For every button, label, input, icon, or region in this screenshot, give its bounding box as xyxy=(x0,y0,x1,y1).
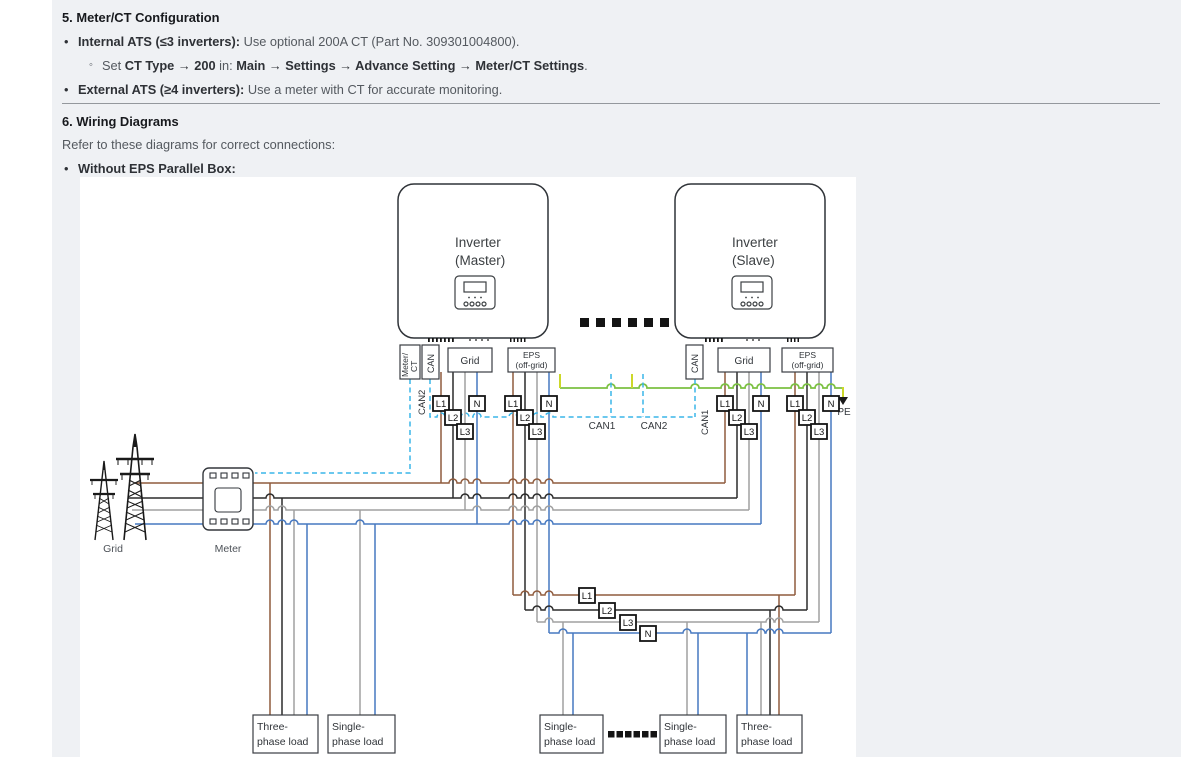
port-eps-label2: (off-grid) xyxy=(792,360,824,370)
document-page: 5. Meter/CT Configuration • Internal ATS… xyxy=(0,0,1181,757)
section6-title: 6. Wiring Diagrams xyxy=(62,114,179,129)
bullet2-line: External ATS (≥4 inverters): Use a meter… xyxy=(78,82,502,97)
wire-label: N xyxy=(645,629,652,640)
wire-label: L1 xyxy=(790,399,801,410)
wire-label: L1 xyxy=(436,399,447,410)
wire-label: L3 xyxy=(532,427,543,438)
bullet1-line: Internal ATS (≤3 inverters): Use optiona… xyxy=(78,34,519,49)
bullet1-text: Use optional 200A CT (Part No. 309301004… xyxy=(240,34,519,49)
port-eps-label2: (off-grid) xyxy=(516,360,548,370)
bullet-glyph: • xyxy=(64,34,68,49)
eps-bus-l3 xyxy=(537,618,819,622)
grid-towers-icon: Grid xyxy=(90,434,154,555)
eps-bus-l2 xyxy=(525,606,807,610)
pe-bus xyxy=(560,384,843,388)
grid-caption: Grid xyxy=(103,543,123,555)
wire-label: N xyxy=(546,399,553,410)
bullet1-bold: Internal ATS (≤3 inverters): xyxy=(78,34,240,49)
inverter-slave: Inverter (Slave) xyxy=(675,184,825,342)
wire-label: L3 xyxy=(814,427,825,438)
wire-label: L2 xyxy=(602,606,613,617)
can2-label: CAN2 xyxy=(641,421,668,432)
bullet2-bold: External ATS (≥4 inverters): xyxy=(78,82,244,97)
wire-label: L1 xyxy=(582,591,593,602)
wire-label: L2 xyxy=(448,413,459,424)
load-boxes: Three- phase load Single- phase load Sin… xyxy=(253,715,802,753)
wire-label: N xyxy=(828,399,835,410)
port-grid-label: Grid xyxy=(735,356,754,367)
more-inverters-dots xyxy=(580,318,669,327)
wire-label-boxes: L1 N L2 L3 L1 N L2 L3 L1 N L2 L3 L1 N L2 xyxy=(433,396,839,641)
wire-label: L3 xyxy=(744,427,755,438)
load-label: phase load xyxy=(741,736,793,748)
port-eps-label1: EPS xyxy=(523,350,540,360)
eps-bus-l1 xyxy=(513,591,795,595)
load-label: Single- xyxy=(544,721,577,733)
inverter-master-label2: (Master) xyxy=(455,253,505,268)
port-eps-label1: EPS xyxy=(799,350,816,360)
inverter-slave-label2: (Slave) xyxy=(732,253,775,268)
slave-can1-label: CAN1 xyxy=(700,410,711,435)
bullet-glyph: • xyxy=(64,82,68,97)
wire-label: L2 xyxy=(802,413,813,424)
sub-bullet-glyph: ◦ xyxy=(89,59,93,71)
sub-bold1: CT Type → 200 xyxy=(125,58,216,73)
bullet3-bold: Without EPS Parallel Box: xyxy=(78,161,236,176)
section5-title: 5. Meter/CT Configuration xyxy=(62,10,220,25)
inverter-master-label1: Inverter xyxy=(455,235,501,250)
inverter-slave-label1: Inverter xyxy=(732,235,778,250)
load-label: Single- xyxy=(664,721,697,733)
grid-bus-l1 xyxy=(253,479,725,483)
sub-end: . xyxy=(584,58,588,73)
wire-label: L3 xyxy=(460,427,471,438)
bullet2-text: Use a meter with CT for accurate monitor… xyxy=(244,82,502,97)
port-can-label: CAN xyxy=(690,354,700,373)
load-label: Three- xyxy=(741,721,772,733)
load-label: phase load xyxy=(544,736,596,748)
wiring-diagram-svg: Inverter (Master) Inverter (Slave) xyxy=(80,177,856,757)
port-meter-ct-label2: CT xyxy=(409,361,419,372)
wire-label: L2 xyxy=(732,413,743,424)
load-label: phase load xyxy=(664,736,716,748)
grid-bus-l2 xyxy=(253,494,737,498)
can-comm-lines: CAN1 CAN2 CAN2 CAN1 xyxy=(255,374,711,473)
wire-label: L2 xyxy=(520,413,531,424)
meter: Meter xyxy=(203,468,253,555)
sub-mid: in: xyxy=(216,58,237,73)
wire-label: N xyxy=(758,399,765,410)
wire-label: L1 xyxy=(508,399,519,410)
wire-label: L3 xyxy=(623,618,634,629)
load-label: Three- xyxy=(257,721,288,733)
eps-bus-n xyxy=(549,629,831,633)
grid-bus-l3 xyxy=(253,506,749,510)
meter-caption: Meter xyxy=(215,543,242,555)
inverter-master: Inverter (Master) xyxy=(398,184,548,342)
sub-bullet-line: Set CT Type → 200 in: Main → Settings → … xyxy=(102,58,588,73)
can1-label: CAN1 xyxy=(589,421,616,432)
wire-label: N xyxy=(474,399,481,410)
sub-pre: Set xyxy=(102,58,125,73)
load-label: phase load xyxy=(332,736,384,748)
bullet-glyph: • xyxy=(64,161,68,176)
port-can-label: CAN xyxy=(426,354,436,373)
section6-intro: Refer to these diagrams for correct conn… xyxy=(62,137,335,152)
load-label: phase load xyxy=(257,736,309,748)
wire-label: L1 xyxy=(720,399,731,410)
more-loads-dots xyxy=(608,731,657,738)
master-can2-label: CAN2 xyxy=(417,390,428,415)
meter-comm-line xyxy=(255,379,410,473)
eps-bus-lines xyxy=(513,591,831,633)
grid-bus-n xyxy=(253,520,761,524)
section-divider xyxy=(62,103,1160,104)
load-label: Single- xyxy=(332,721,365,733)
port-grid-label: Grid xyxy=(461,356,480,367)
wiring-diagram-image[interactable]: Inverter (Master) Inverter (Slave) xyxy=(80,177,856,757)
sub-bold2: Main → Settings → Advance Setting → Mete… xyxy=(236,58,584,73)
